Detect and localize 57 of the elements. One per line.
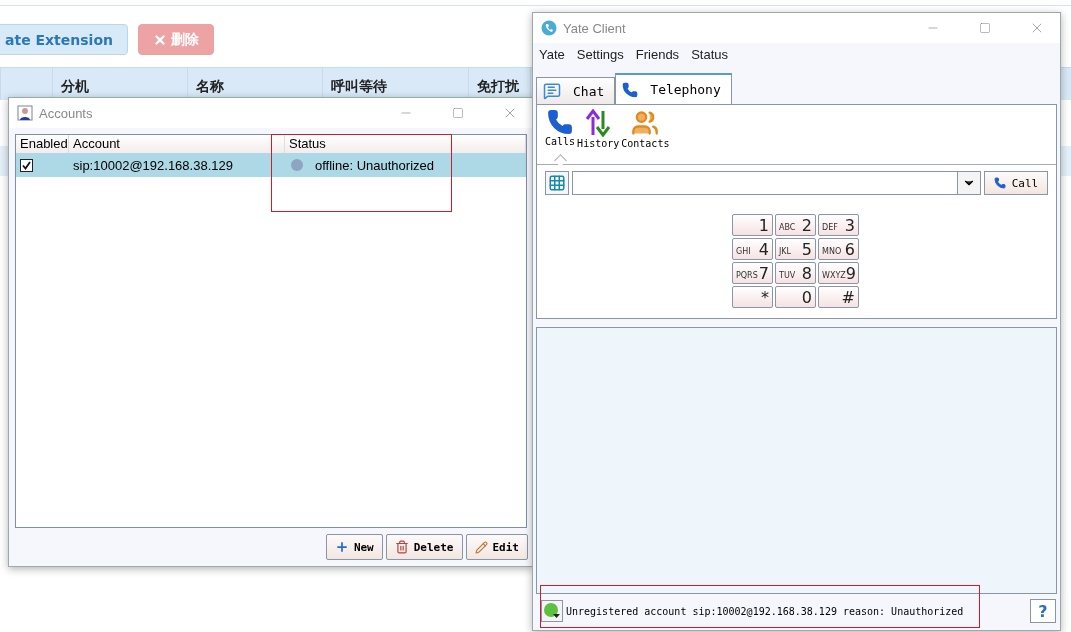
keypad-key[interactable]: PQRS 7 [732,262,773,284]
keypad-key[interactable]: TUV 8 [775,262,816,284]
keypad-key[interactable]: 0 [775,286,816,308]
help-button[interactable]: ? [1030,599,1056,623]
people-icon [631,109,660,137]
keypad-key[interactable]: # [818,286,859,308]
status-dot-icon [291,159,303,171]
call-button[interactable]: Call [984,171,1048,195]
menu-item[interactable]: Settings [576,47,624,63]
status-message: Unregistered account sip:10002@192.168.38.129 reason: Unauthorized [566,605,965,617]
user-icon [17,105,33,121]
phone-icon [993,177,1006,189]
menu-item[interactable]: Status [691,47,728,63]
up-down-arrows-icon [585,109,612,137]
keypad-key[interactable]: DEF 3 [818,214,859,236]
keypad-key[interactable]: JKL 5 [775,238,816,260]
delete-button[interactable]: Delete [385,534,463,560]
maximize-icon [979,22,991,34]
keypad-key[interactable]: WXYZ9 [818,262,859,284]
dropdown-button[interactable] [957,172,980,194]
number-field[interactable] [572,171,981,195]
pencil-icon [474,540,488,554]
keypad-key[interactable]: MNO 6 [818,238,859,260]
phone-icon [622,81,639,98]
tab[interactable]: Chat [536,77,616,104]
column-header[interactable]: Status [289,136,326,151]
menu-item[interactable]: Friends [635,47,680,63]
keypad-icon [548,174,566,192]
phone-icon [547,109,574,135]
status-ball-icon [543,602,561,620]
edit-button[interactable]: Edit [465,534,528,560]
checkbox[interactable] [20,158,33,172]
table-cell-text: sip:10002@192.168.38.129 [72,157,234,173]
plus-icon [334,540,349,554]
toolbar-button[interactable]: History [577,109,620,161]
column-header[interactable]: Account [73,136,120,151]
new-button[interactable]: New [325,534,383,560]
keypad-key[interactable]: * [732,286,773,308]
column-header[interactable]: Enabled [20,136,68,151]
chat-bubble-icon [543,82,561,100]
keypad-button[interactable] [545,171,569,195]
keypad-key[interactable]: 1 [732,214,773,236]
window-title: Accounts [39,105,94,121]
logo-icon [541,20,557,36]
table-cell-text: offline: Unauthorized [314,157,434,173]
keypad-key[interactable]: ABC 2 [775,214,816,236]
trash-icon [394,540,409,554]
keypad-key[interactable]: GHI 4 [732,238,773,260]
cross-icon [153,32,167,47]
window-title: Yate Client [563,20,627,36]
maximize-icon [452,107,464,119]
account-row[interactable]: sip:10002@192.168.38.129 offline: Unauthorized [16,153,526,177]
menu-item[interactable]: Yate [539,47,565,63]
extension-button[interactable]: ate Extension [0,24,128,55]
tab[interactable]: Telephony [615,73,732,104]
toolbar-button[interactable]: Contacts [621,109,670,161]
status-button[interactable] [541,600,563,622]
